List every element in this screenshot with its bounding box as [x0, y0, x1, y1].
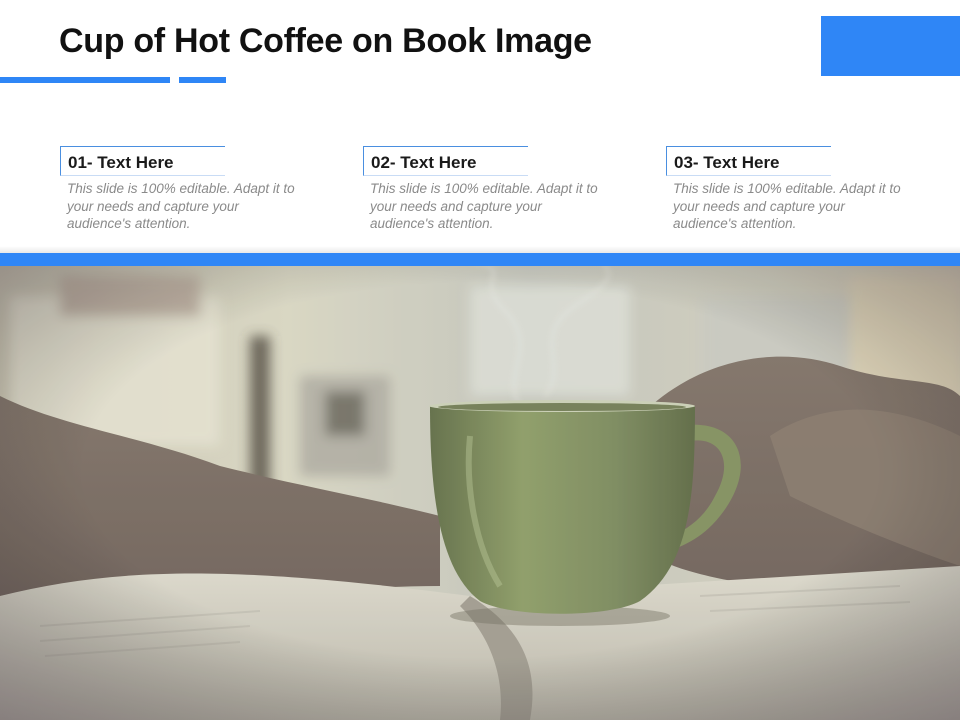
text-card-description: This slide is 100% editable. Adapt it to… — [673, 181, 901, 231]
text-card-description: This slide is 100% editable. Adapt it to… — [370, 181, 598, 231]
photo-top-bar — [0, 253, 960, 266]
text-card-heading: 03- Text Here — [666, 146, 831, 176]
text-card-description: This slide is 100% editable. Adapt it to… — [67, 181, 295, 231]
slide-title: Cup of Hot Coffee on Book Image — [59, 22, 592, 60]
coffee-photo — [0, 266, 960, 720]
text-card-1: 01- Text Here This slide is 100% editabl… — [60, 146, 310, 233]
title-underline-long — [0, 77, 170, 83]
text-card-3: 03- Text Here This slide is 100% editabl… — [666, 146, 916, 233]
title-accent-block — [821, 16, 960, 76]
title-underline-short — [179, 77, 226, 83]
text-card-heading: 01- Text Here — [60, 146, 225, 176]
text-card-heading: 02- Text Here — [363, 146, 528, 176]
text-card-2: 02- Text Here This slide is 100% editabl… — [363, 146, 613, 233]
